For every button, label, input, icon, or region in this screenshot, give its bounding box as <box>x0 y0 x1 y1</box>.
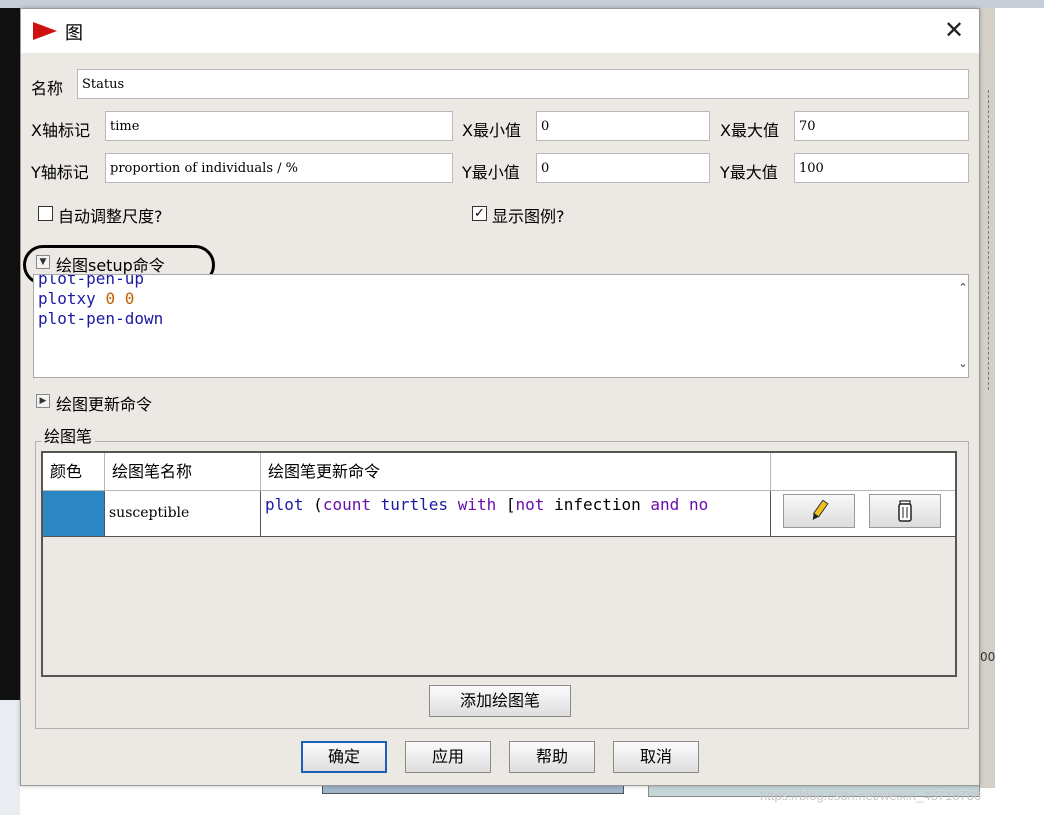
add-pen-button[interactable]: 添加绘图笔 <box>429 685 571 717</box>
x-min-field[interactable]: 0 <box>536 111 710 141</box>
x-max-label: X最大值 <box>720 121 779 140</box>
show-legend-checkbox[interactable]: ✓ <box>472 206 487 221</box>
apply-button[interactable]: 应用 <box>405 741 491 773</box>
y-max-field[interactable]: 100 <box>794 153 969 183</box>
pens-table: 颜色 绘图笔名称 绘图笔更新命令 susceptible plot (count… <box>41 451 957 677</box>
setup-code: plot-pen-up plotxy 0 0 plot-pen-down <box>38 275 164 329</box>
ok-button[interactable]: 确定 <box>301 741 387 773</box>
background-canvas <box>0 8 20 708</box>
y-max-label: Y最大值 <box>720 163 778 182</box>
pens-group-label: 绘图笔 <box>41 423 96 447</box>
code-line: plotxy 0 0 <box>38 289 135 308</box>
x-axis-field[interactable]: time <box>105 111 453 141</box>
y-min-label: Y最小值 <box>462 163 520 182</box>
setup-code-editor[interactable]: plot-pen-up plotxy 0 0 plot-pen-down ⌃ ⌄ <box>33 274 969 378</box>
background-panel <box>0 700 20 815</box>
update-commands-label[interactable]: 绘图更新命令 <box>56 391 152 415</box>
scroll-up-icon[interactable]: ⌃ <box>956 281 968 295</box>
app-logo-icon <box>33 22 57 40</box>
window-title: 图 <box>65 23 83 44</box>
pencil-icon <box>812 499 829 521</box>
cancel-button[interactable]: 取消 <box>613 741 699 773</box>
name-field[interactable]: Status <box>77 69 969 99</box>
title-bar: 图 ✕ <box>21 9 979 53</box>
x-min-label: X最小值 <box>462 121 521 140</box>
autoscale-checkbox[interactable] <box>38 206 53 221</box>
edit-pen-button[interactable] <box>783 494 855 528</box>
y-axis-field[interactable]: proportion of individuals / % <box>105 153 453 183</box>
pen-color-swatch[interactable] <box>43 491 105 537</box>
plot-dialog: 图 ✕ 名称 Status X轴标记 time X最小值 0 X最大值 70 Y… <box>20 8 980 786</box>
show-legend-label: 显示图例? <box>492 207 565 226</box>
update-commands-toggle[interactable]: ▶ <box>36 394 50 408</box>
column-header-pen-update: 绘图笔更新命令 <box>261 453 771 491</box>
x-axis-label: X轴标记 <box>31 121 90 140</box>
watermark: https://blog.csdn.net/weixin_43718786 <box>760 788 982 803</box>
column-header-color: 颜色 <box>43 453 105 491</box>
y-axis-label: Y轴标记 <box>31 163 89 182</box>
close-icon[interactable]: ✕ <box>939 15 969 45</box>
pen-name-cell[interactable]: susceptible <box>105 491 261 537</box>
trash-icon <box>898 500 912 522</box>
code-line: plot-pen-down <box>38 309 164 328</box>
background-text: 00 <box>980 650 996 664</box>
y-min-field[interactable]: 0 <box>536 153 710 183</box>
background-divider <box>988 90 995 390</box>
scroll-down-icon[interactable]: ⌄ <box>956 357 968 371</box>
code-line: plot-pen-up <box>38 274 144 288</box>
pen-command-cell[interactable]: plot (count turtles with [not infection … <box>261 491 771 537</box>
x-max-field[interactable]: 70 <box>794 111 969 141</box>
column-header-actions <box>771 453 955 491</box>
name-label: 名称 <box>31 79 64 98</box>
setup-commands-toggle[interactable]: ▼ <box>36 255 50 269</box>
autoscale-label: 自动调整尺度? <box>58 207 163 226</box>
background-window-top <box>0 0 1044 8</box>
help-button[interactable]: 帮助 <box>509 741 595 773</box>
column-header-pen-name: 绘图笔名称 <box>105 453 261 491</box>
setup-commands-label[interactable]: 绘图setup命令 <box>56 252 165 276</box>
delete-pen-button[interactable] <box>869 494 941 528</box>
pen-actions-cell <box>771 491 955 537</box>
